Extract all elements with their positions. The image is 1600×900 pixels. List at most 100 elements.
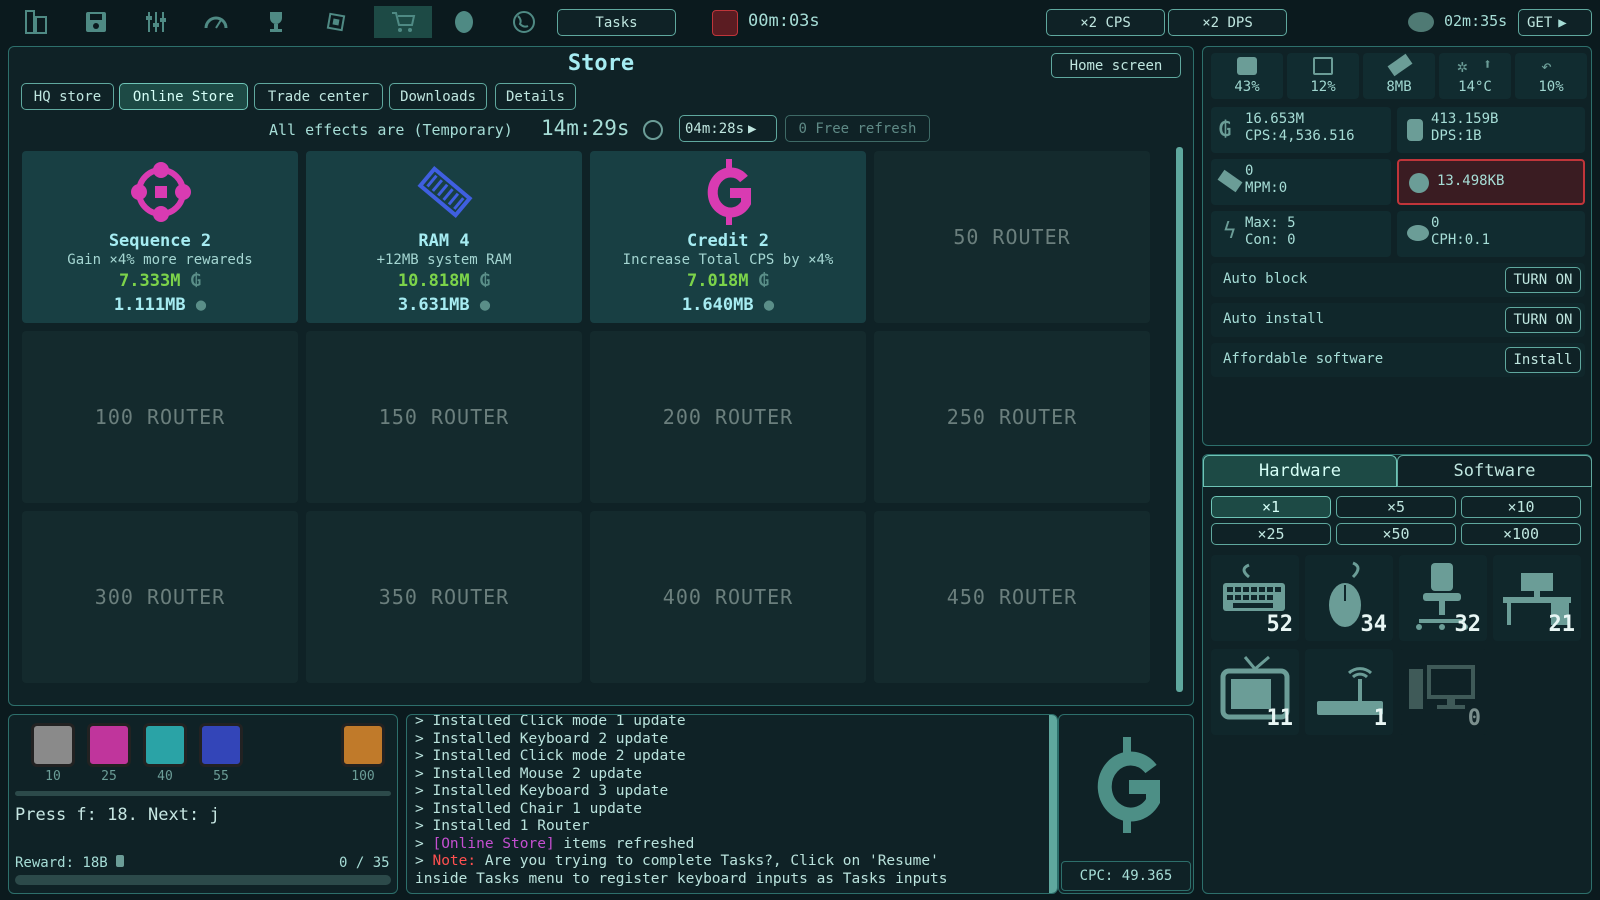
log-scrollbar[interactable]	[1049, 715, 1057, 893]
box-orange-label: 100	[351, 769, 375, 784]
auto-block-row: Auto block TURN ON	[1211, 263, 1585, 297]
lightning-icon: ϟ	[1223, 219, 1237, 244]
store-item-ram[interactable]: RAM 4 +12MB system RAM 10.818M ₲ 3.631MB…	[306, 151, 582, 323]
locked-label: 200 ROUTER	[662, 405, 794, 429]
save-icon[interactable]	[76, 6, 116, 38]
locked-label: 350 ROUTER	[378, 585, 510, 609]
router-count: 1	[1373, 706, 1387, 731]
store-slot-locked: 250 ROUTER	[874, 331, 1150, 503]
store-scrollbar[interactable]	[1176, 147, 1183, 692]
locked-label: 250 ROUTER	[946, 405, 1078, 429]
database-icon	[1407, 119, 1423, 141]
chip-icon[interactable]	[316, 6, 356, 38]
store-slot-locked: 300 ROUTER	[22, 511, 298, 683]
hardware-chair[interactable]: 32	[1399, 555, 1487, 641]
box-orange-icon[interactable]	[341, 723, 385, 767]
box-blue-icon[interactable]	[199, 723, 243, 767]
tab-software[interactable]: Software	[1397, 455, 1592, 487]
multiplier-x10[interactable]: ×10	[1461, 496, 1581, 518]
malware-stat: 0 MPM:0	[1211, 159, 1391, 205]
kb-stat: 13.498KB	[1397, 159, 1585, 205]
credit-icon	[696, 157, 762, 231]
log-line: > Installed Click mode 1 update	[415, 714, 686, 729]
store-item-credit[interactable]: Credit 2 Increase Total CPS by ×4% 7.018…	[590, 151, 866, 323]
trophy-icon[interactable]	[256, 6, 296, 38]
locked-label: 150 ROUTER	[378, 405, 510, 429]
tab-online-store[interactable]: Online Store	[119, 83, 248, 110]
cpu-gauge: 43%	[1211, 53, 1283, 99]
boost-dps-button[interactable]: ×2 DPS	[1168, 9, 1287, 36]
multiplier-x100[interactable]: ×100	[1461, 523, 1581, 545]
free-refresh-button[interactable]: 0 Free refresh	[785, 115, 930, 142]
store-slot-locked: 150 ROUTER	[306, 331, 582, 503]
gamepad-icon	[128, 159, 194, 229]
item-price: 10.818M ₲	[397, 271, 491, 291]
tasks-button[interactable]: Tasks	[557, 9, 676, 36]
shop-panel: Hardware Software ×1 ×5 ×10 ×25 ×50 ×100…	[1202, 454, 1592, 894]
log-line-note: > Note: Are you trying to complete Tasks…	[415, 853, 939, 869]
dps-value: DPS:1B	[1431, 128, 1482, 144]
multiplier-x50[interactable]: ×50	[1336, 523, 1456, 545]
coin-icon	[1408, 12, 1434, 32]
locked-label: 450 ROUTER	[946, 585, 1078, 609]
memory-value: 8MB	[1386, 79, 1412, 95]
locked-label: 100 ROUTER	[94, 405, 226, 429]
tab-downloads[interactable]: Downloads	[389, 83, 487, 110]
tab-hardware[interactable]: Hardware	[1203, 455, 1397, 487]
boost-cps-button[interactable]: ×2 CPS	[1046, 9, 1165, 36]
memory-gauge: 8MB	[1363, 53, 1435, 99]
hardware-tv[interactable]: 11	[1211, 649, 1299, 735]
refresh-timer: 04m:28s	[685, 120, 745, 137]
box-teal-icon[interactable]	[143, 723, 187, 767]
tab-trade-center[interactable]: Trade center	[254, 83, 383, 110]
tab-details[interactable]: Details	[495, 83, 576, 110]
keyboard-count: 52	[1266, 612, 1294, 637]
refresh-button[interactable]: 04m:28s ▶	[679, 115, 777, 142]
box-gray-icon[interactable]	[31, 723, 75, 767]
credit-icon: ₲	[1219, 117, 1232, 141]
reward-progress-bar	[15, 875, 391, 885]
box-magenta-icon[interactable]	[87, 723, 131, 767]
install-button[interactable]: Install	[1505, 347, 1581, 373]
hardware-mouse[interactable]: 34	[1305, 555, 1393, 641]
log-line: > Installed Keyboard 3 update	[415, 783, 669, 799]
task-timer: 00m:03s	[748, 11, 820, 31]
cart-icon[interactable]	[374, 6, 432, 38]
item-name: RAM 4	[418, 231, 470, 251]
max-value: Max: 5	[1245, 215, 1296, 231]
store-item-sequence[interactable]: Sequence 2 Gain ×4% more rewareds 7.333M…	[22, 151, 298, 323]
auto-block-button[interactable]: TURN ON	[1505, 267, 1581, 293]
sliders-icon[interactable]	[136, 6, 176, 38]
auto-install-button[interactable]: TURN ON	[1505, 307, 1581, 333]
hardware-desk[interactable]: 21	[1493, 555, 1581, 641]
home-screen-button[interactable]: Home screen	[1051, 53, 1181, 78]
store-slot-locked: 400 ROUTER	[590, 511, 866, 683]
item-desc: +12MB system RAM	[376, 252, 512, 268]
data-stat: 413.159B DPS:1B	[1397, 107, 1585, 153]
top-bar: Tasks 00m:03s ×2 CPS ×2 DPS 02m:35s GET …	[0, 0, 1600, 44]
multiplier-x5[interactable]: ×5	[1336, 496, 1456, 518]
multiplier-x25[interactable]: ×25	[1211, 523, 1331, 545]
credit-click-icon[interactable]	[1087, 735, 1167, 839]
store-slot-locked: 100 ROUTER	[22, 331, 298, 503]
click-panel[interactable]: CPC: 49.365	[1058, 714, 1194, 894]
globe-mask-icon[interactable]	[444, 6, 484, 38]
get-button[interactable]: GET ▶	[1518, 9, 1592, 36]
multiplier-x1[interactable]: ×1	[1211, 496, 1331, 518]
hardware-computer[interactable]: 0	[1399, 649, 1487, 735]
task-status-icon	[712, 10, 738, 36]
item-name: Credit 2	[687, 231, 769, 251]
ram-icon	[412, 159, 478, 229]
ram-gauge: 12%	[1287, 53, 1359, 99]
hardware-router[interactable]: 1	[1305, 649, 1393, 735]
auto-install-label: Auto install	[1223, 311, 1325, 327]
hardware-keyboard[interactable]: 52	[1211, 555, 1299, 641]
building-icon[interactable]	[16, 6, 56, 38]
tab-hq-store[interactable]: HQ store	[21, 83, 114, 110]
planet-icon[interactable]	[504, 6, 544, 38]
log-line: > Installed Keyboard 2 update	[415, 730, 669, 747]
credits-value: 16.653M	[1245, 111, 1305, 127]
ram-value: 12%	[1310, 79, 1336, 95]
cps-value: CPS:4,536.516	[1245, 128, 1355, 144]
gauge-icon[interactable]	[196, 6, 236, 38]
